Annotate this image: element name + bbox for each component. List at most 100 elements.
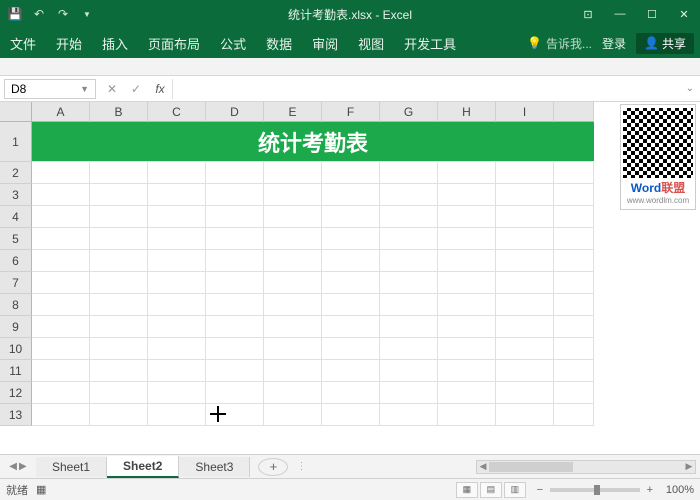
tell-me[interactable]: 告诉我... (546, 35, 592, 52)
cell[interactable] (438, 316, 496, 338)
fx-button[interactable]: fx (148, 79, 172, 99)
cell[interactable] (380, 382, 438, 404)
sheet-tab[interactable]: Sheet2 (107, 456, 179, 478)
cell[interactable] (322, 316, 380, 338)
cell[interactable] (322, 184, 380, 206)
row-header[interactable]: 3 (0, 184, 32, 206)
cell[interactable] (554, 294, 594, 316)
col-header[interactable]: G (380, 102, 438, 122)
row-header[interactable]: 13 (0, 404, 32, 426)
zoom-level[interactable]: 100% (666, 484, 694, 496)
cell[interactable] (90, 184, 148, 206)
cell[interactable] (264, 272, 322, 294)
add-sheet-button[interactable]: + (258, 458, 288, 476)
cell[interactable] (148, 162, 206, 184)
cell[interactable] (380, 250, 438, 272)
row-header[interactable]: 6 (0, 250, 32, 272)
cell[interactable] (438, 272, 496, 294)
row-header[interactable]: 10 (0, 338, 32, 360)
tab-split-handle[interactable]: ⋮ (296, 461, 306, 472)
cell[interactable] (554, 250, 594, 272)
cell[interactable] (496, 272, 554, 294)
cell[interactable] (90, 228, 148, 250)
cell[interactable] (438, 206, 496, 228)
cell[interactable] (554, 206, 594, 228)
zoom-out-button[interactable]: − (534, 484, 546, 496)
cell[interactable] (438, 382, 496, 404)
cell[interactable] (438, 404, 496, 426)
cell[interactable] (496, 360, 554, 382)
cell[interactable] (264, 228, 322, 250)
cell[interactable] (32, 316, 90, 338)
cell[interactable] (206, 316, 264, 338)
cell[interactable] (148, 316, 206, 338)
cell[interactable] (322, 250, 380, 272)
cell[interactable] (90, 272, 148, 294)
cell[interactable] (438, 360, 496, 382)
cell[interactable] (496, 206, 554, 228)
cell[interactable] (438, 338, 496, 360)
qat-dropdown-icon[interactable]: ▼ (78, 5, 96, 23)
cell[interactable] (496, 404, 554, 426)
tab-data[interactable]: 数据 (256, 28, 302, 58)
cell[interactable] (322, 162, 380, 184)
row-header[interactable]: 9 (0, 316, 32, 338)
cell[interactable] (264, 316, 322, 338)
cell[interactable] (496, 228, 554, 250)
cell[interactable] (380, 184, 438, 206)
cell[interactable] (380, 338, 438, 360)
cell[interactable] (206, 206, 264, 228)
cell[interactable] (32, 360, 90, 382)
col-header[interactable]: A (32, 102, 90, 122)
tab-insert[interactable]: 插入 (92, 28, 138, 58)
cell[interactable] (148, 272, 206, 294)
enter-icon[interactable]: ✓ (124, 79, 148, 99)
cell[interactable] (496, 382, 554, 404)
cell[interactable] (206, 338, 264, 360)
row-header[interactable]: 12 (0, 382, 32, 404)
cell[interactable] (322, 272, 380, 294)
redo-icon[interactable]: ↷ (54, 5, 72, 23)
cell[interactable] (264, 206, 322, 228)
cell[interactable] (90, 316, 148, 338)
cell[interactable] (322, 338, 380, 360)
cell[interactable] (438, 162, 496, 184)
sheet-tab[interactable]: Sheet1 (36, 457, 107, 477)
share-button[interactable]: 👤 共享 (636, 33, 694, 54)
cell[interactable] (32, 404, 90, 426)
cell[interactable] (554, 404, 594, 426)
cell[interactable] (438, 184, 496, 206)
cell[interactable] (206, 382, 264, 404)
cell[interactable] (554, 228, 594, 250)
cell[interactable] (148, 338, 206, 360)
row-header[interactable]: 4 (0, 206, 32, 228)
view-pagelayout-button[interactable]: ▤ (480, 482, 502, 498)
ribbon-options-icon[interactable]: ⊡ (572, 0, 604, 28)
cell[interactable] (496, 184, 554, 206)
col-header[interactable]: C (148, 102, 206, 122)
tab-view[interactable]: 视图 (348, 28, 394, 58)
cell[interactable] (264, 162, 322, 184)
row-header[interactable]: 1 (0, 122, 32, 162)
cell[interactable] (32, 184, 90, 206)
title-cell[interactable]: 统计考勤表 (32, 122, 594, 162)
cell[interactable] (380, 206, 438, 228)
cell[interactable] (496, 316, 554, 338)
save-icon[interactable]: 💾 (6, 5, 24, 23)
cell[interactable] (438, 228, 496, 250)
cell[interactable] (380, 404, 438, 426)
cell[interactable] (90, 206, 148, 228)
col-header[interactable] (554, 102, 594, 122)
cell[interactable] (148, 294, 206, 316)
cell[interactable] (380, 316, 438, 338)
cell[interactable] (264, 250, 322, 272)
cell[interactable] (32, 162, 90, 184)
cell[interactable] (32, 272, 90, 294)
macro-record-icon[interactable]: ▦ (36, 483, 46, 496)
tab-formulas[interactable]: 公式 (210, 28, 256, 58)
minimize-button[interactable]: — (604, 0, 636, 28)
expand-formula-icon[interactable]: ⌄ (680, 83, 700, 94)
col-header[interactable]: E (264, 102, 322, 122)
sheet-tab[interactable]: Sheet3 (179, 457, 250, 477)
cell[interactable] (380, 162, 438, 184)
